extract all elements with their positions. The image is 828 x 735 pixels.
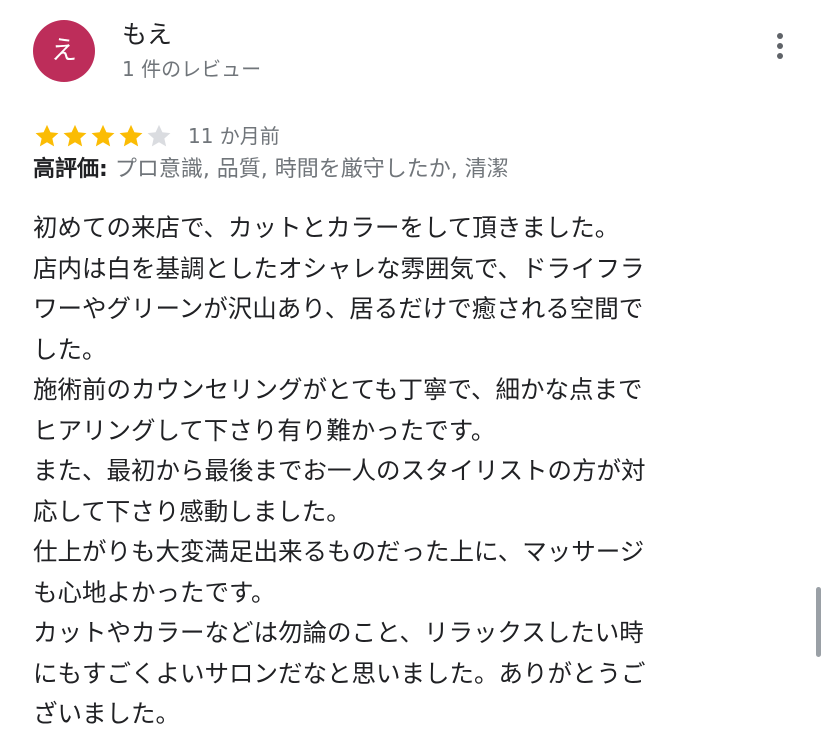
review-text-line: ヒアリングして下さり有り難かったです。 <box>33 415 496 445</box>
highlights-label: 高評価: <box>33 157 108 182</box>
review-text-line: も心地よかったです。 <box>33 577 276 607</box>
review-text-line: にもすごくよいサロンだなと思いました。ありがとうご <box>33 658 646 688</box>
highlights-values: プロ意識, 品質, 時間を厳守したか, 清潔 <box>114 157 509 182</box>
author-review-count: 1 件のレビュー <box>122 57 262 81</box>
star-rating <box>33 121 173 151</box>
star-filled-icon <box>117 122 145 150</box>
more-vert-icon <box>777 33 783 39</box>
review-text-line: 店内は白を基調としたオシャレな雰囲気で、ドライフラ <box>33 253 645 283</box>
review-text-line: ざいました。 <box>33 699 180 728</box>
review-text-line: ワーやグリーンが沢山あり、居るだけで癒される空間で <box>33 294 644 323</box>
review-text: 初めての来店で、カットとカラーをして頂きました。 店内は白を基調としたオシャレな雰… <box>33 208 753 735</box>
star-empty-icon <box>145 122 173 150</box>
review-text-line: 応して下さり感動しました。 <box>33 496 351 526</box>
review-date: 11 か月前 <box>188 124 280 148</box>
star-filled-icon <box>33 122 61 150</box>
author-name[interactable]: もえ <box>122 17 172 53</box>
review-text-line: カットやカラーなどは勿論のこと、リラックスしたい時 <box>33 618 644 647</box>
review-highlights: 高評価: プロ意識, 品質, 時間を厳守したか, 清潔 <box>33 153 509 187</box>
review-text-line: した。 <box>33 334 107 364</box>
review-text-line: 初めての来店で、カットとカラーをして頂きました。 <box>33 213 620 242</box>
star-filled-icon <box>61 122 89 150</box>
review-text-line: 仕上がりも大変満足出来るものだった上に、マッサージ <box>33 537 645 566</box>
avatar[interactable]: え <box>33 20 95 82</box>
review-text-line: 施術前のカウンセリングがとても丁寧で、細かな点まで <box>33 375 643 404</box>
review-text-line: また、最初から最後までお一人のスタイリストの方が対 <box>33 456 646 485</box>
scrollbar-thumb[interactable] <box>816 587 821 657</box>
star-filled-icon <box>89 122 117 150</box>
more-options-button[interactable] <box>764 28 796 64</box>
